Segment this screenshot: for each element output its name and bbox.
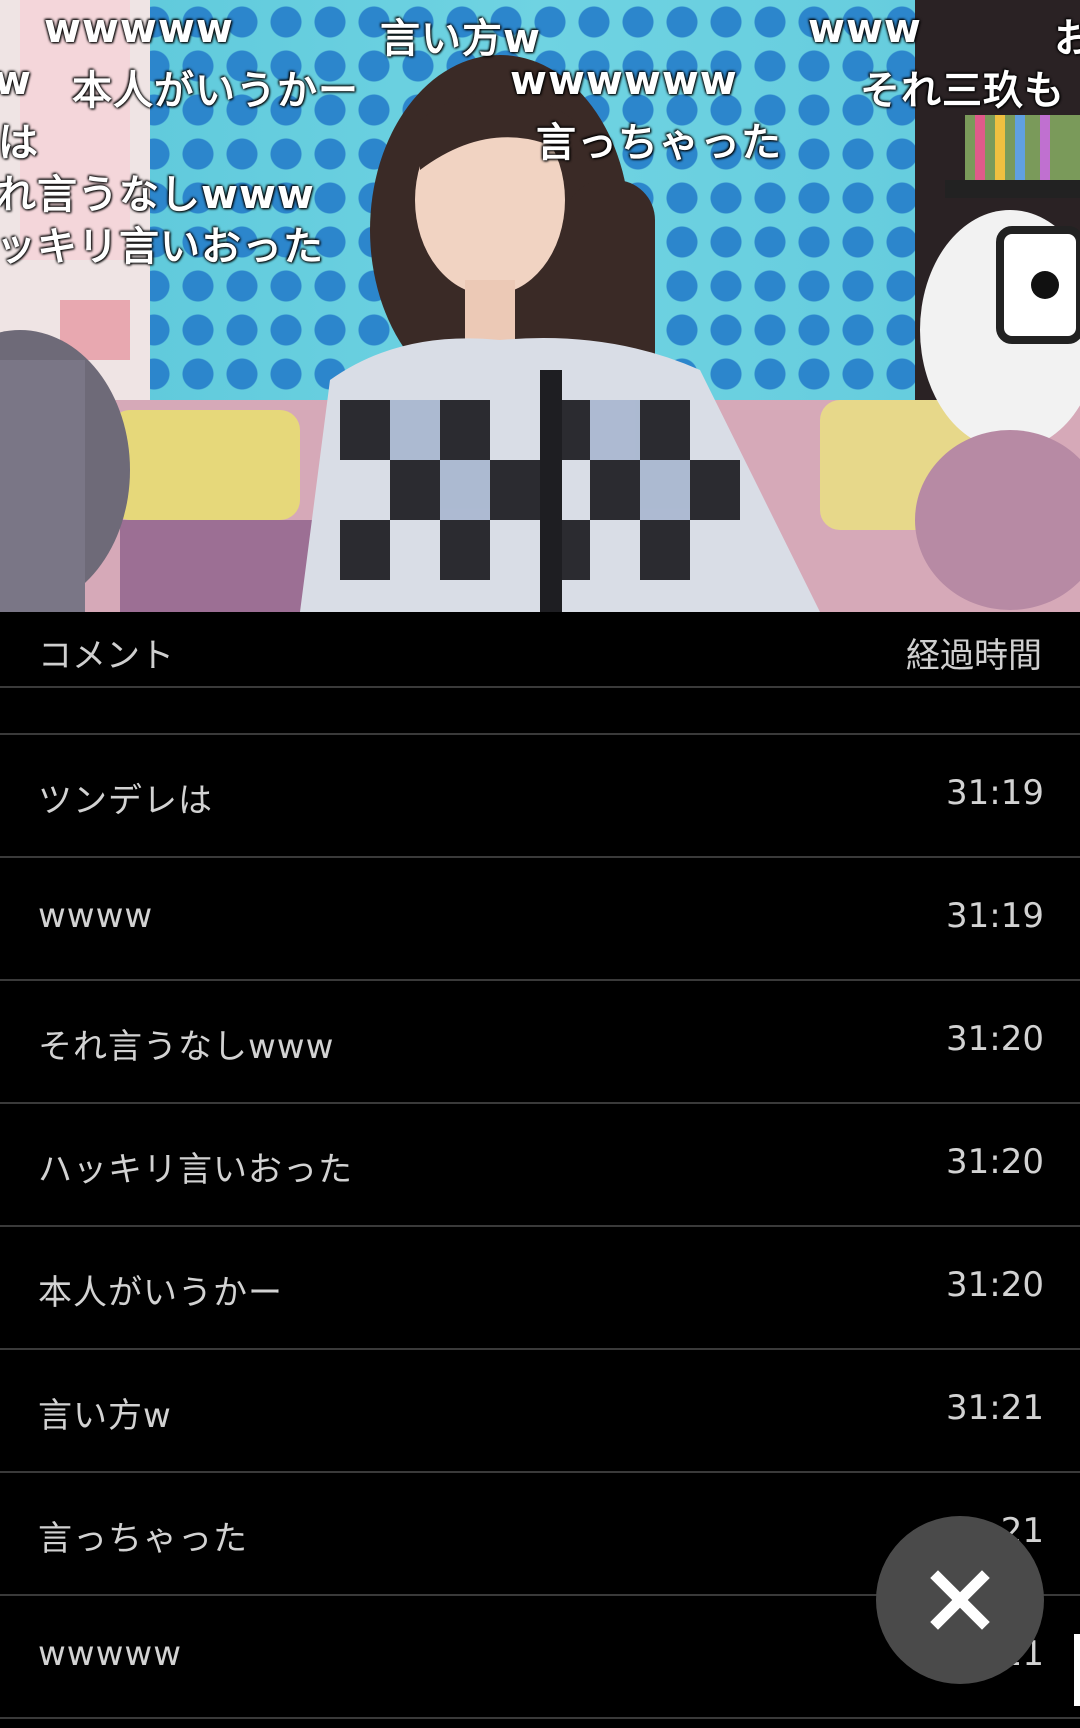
overlay-comment: wwwwww <box>510 58 738 104</box>
comment-row[interactable]: 本人がいうかー 31:20 <box>0 1227 1080 1350</box>
elapsed-time-column-header[interactable]: 経過時間 <box>906 628 1042 677</box>
comment-list-header: コメント 経過時間 <box>0 614 1080 688</box>
comment-text: ツンデレは <box>38 781 213 821</box>
comment-text: それ言うなしwww <box>38 1027 335 1067</box>
comment-text: wwww <box>38 896 154 936</box>
overlay-comment: 本人がいうかー <box>72 68 359 114</box>
comment-time: 31:20 <box>946 1265 1044 1305</box>
comment-text: ハッキリ言いおった <box>38 1150 353 1190</box>
overlay-comment: お <box>1054 16 1080 62</box>
comment-time: 31:20 <box>946 1019 1044 1059</box>
overlay-comment: は <box>0 120 39 166</box>
comment-text: 本人がいうかー <box>38 1273 283 1313</box>
overlay-comment: wwwww <box>44 6 234 52</box>
comment-time: 31:19 <box>946 896 1044 936</box>
comment-row[interactable]: ハッキリ言いおった 31:20 <box>0 1104 1080 1227</box>
comment-column-header[interactable]: コメント <box>38 628 174 677</box>
overlay-comment: 言い方w <box>380 16 541 62</box>
comment-time: 31:21 <box>946 1388 1044 1428</box>
overlay-comment: れ言うなしwww <box>0 172 315 218</box>
comment-row[interactable]: それ言うなしwww 31:20 <box>0 981 1080 1104</box>
comment-text: 言い方w <box>38 1396 172 1436</box>
list-spacer-row <box>0 688 1080 735</box>
video-player[interactable]: wwwww 言い方w www お w 本人がいうかー wwwwww それ三玖も … <box>0 0 1080 612</box>
overlay-comment: ッキリ言いおった <box>0 224 324 270</box>
comment-row[interactable]: 言い方w 31:21 <box>0 1350 1080 1473</box>
close-button[interactable] <box>876 1516 1044 1684</box>
comment-row[interactable]: ツンデレは 31:19 <box>0 735 1080 858</box>
close-icon <box>930 1570 990 1630</box>
overlay-comment: それ三玖も <box>860 68 1065 114</box>
comment-time: 31:19 <box>946 773 1044 813</box>
overlay-comment: w <box>0 58 32 104</box>
overlay-comment: 言っちゃった <box>536 120 782 166</box>
comment-row[interactable]: wwww 31:19 <box>0 858 1080 981</box>
comment-text: 言っちゃった <box>38 1519 248 1559</box>
comment-time: 31:20 <box>946 1142 1044 1182</box>
comment-text: wwwww <box>38 1634 183 1674</box>
overlay-comment: www <box>808 6 922 52</box>
scroll-indicator <box>1074 1634 1080 1706</box>
